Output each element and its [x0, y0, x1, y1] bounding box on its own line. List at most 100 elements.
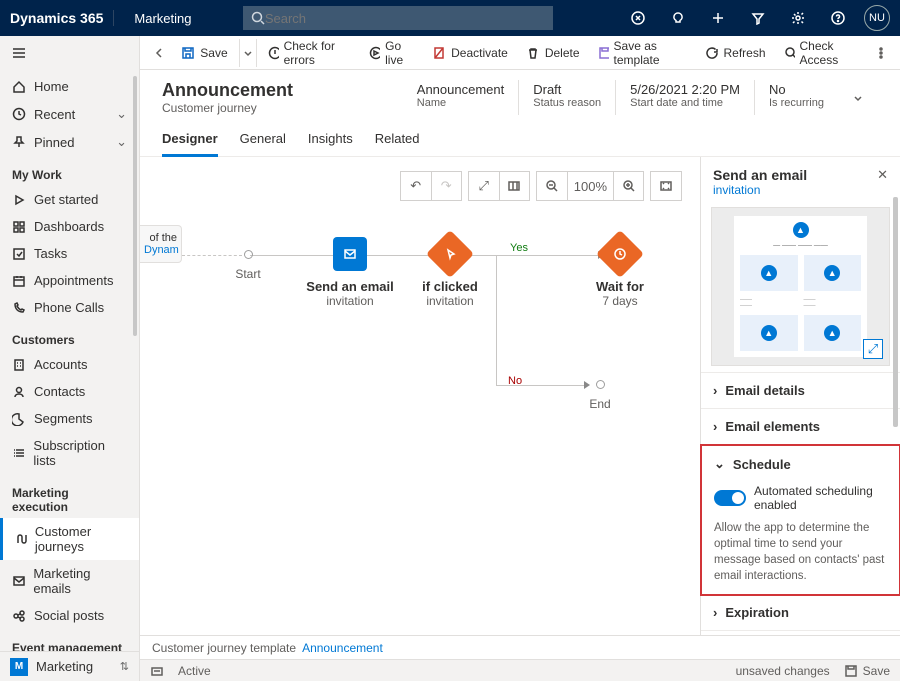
tab-designer[interactable]: Designer [162, 125, 218, 157]
acc-email-elements[interactable]: ›Email elements [701, 409, 900, 444]
map-button[interactable] [499, 172, 529, 200]
calendar-icon [12, 274, 26, 288]
check-icon [268, 46, 279, 60]
nav-section-marketing: Marketing execution [0, 474, 139, 518]
undo-button[interactable]: ↶ [401, 172, 431, 200]
segment-link[interactable]: Dynam [144, 244, 179, 256]
settings-icon[interactable] [784, 4, 812, 32]
phone-icon [12, 301, 26, 315]
filter-icon[interactable] [744, 4, 772, 32]
panel-close-button[interactable]: ✕ [877, 167, 888, 183]
nav-tasks[interactable]: Tasks [0, 240, 139, 267]
save-dropdown[interactable] [239, 39, 257, 67]
click-icon [443, 247, 457, 261]
nav-marketing-emails[interactable]: Marketing emails [0, 560, 139, 602]
tab-general[interactable]: General [240, 125, 286, 156]
journey-icon [15, 532, 27, 546]
nav-section-mywork: My Work [0, 156, 139, 186]
refresh-button[interactable]: Refresh [698, 42, 773, 64]
envelope-icon [12, 574, 25, 588]
deactivate-icon [432, 46, 446, 60]
tab-insights[interactable]: Insights [308, 125, 353, 156]
envelope-icon [343, 247, 357, 261]
wait-node[interactable]: Wait for 7 days [580, 217, 660, 308]
nav-appointments[interactable]: Appointments [0, 267, 139, 294]
nav-recent[interactable]: Recent⌄ [0, 100, 139, 128]
add-icon[interactable] [704, 4, 732, 32]
back-button[interactable] [148, 39, 170, 67]
nav-phone-calls[interactable]: Phone Calls [0, 294, 139, 321]
nav-subscription-lists[interactable]: Subscription lists [0, 432, 139, 474]
page-subtitle: Customer journey [162, 101, 293, 115]
nav-pinned[interactable]: Pinned⌄ [0, 128, 139, 156]
header-expand[interactable] [838, 80, 878, 115]
record-header: Announcement Customer journey Announceme… [140, 70, 900, 115]
module-label: Marketing [126, 11, 191, 26]
nav-scrollbar[interactable] [133, 76, 137, 336]
nav-home[interactable]: Home [0, 73, 139, 100]
save-template-button[interactable]: Save as template [591, 35, 694, 71]
check-errors-button[interactable]: Check for errors [261, 35, 359, 71]
nav-get-started[interactable]: Get started [0, 186, 139, 213]
meta-date-label: Start date and time [630, 97, 740, 109]
nav-segments[interactable]: Segments [0, 405, 139, 432]
overflow-button[interactable] [870, 39, 892, 67]
global-search[interactable] [243, 6, 553, 30]
deactivate-button[interactable]: Deactivate [425, 42, 515, 64]
record-tabs: Designer General Insights Related [140, 125, 900, 157]
expand-button[interactable]: ⤢ [469, 172, 499, 200]
dashboard-icon [12, 220, 26, 234]
assistant-icon[interactable] [624, 4, 652, 32]
updown-icon: ⇅ [120, 660, 129, 673]
nav-hamburger[interactable] [0, 36, 139, 73]
zoom-out-button[interactable] [537, 172, 567, 200]
nav-contacts[interactable]: Contacts [0, 378, 139, 405]
email-node[interactable]: Send an email invitation [300, 217, 400, 308]
tab-related[interactable]: Related [375, 125, 420, 156]
acc-schedule[interactable]: ⌄Schedule [702, 446, 899, 482]
fit-button[interactable] [651, 172, 681, 200]
segment-tile-partial[interactable]: of the Dynam [140, 225, 182, 263]
help-icon[interactable] [824, 4, 852, 32]
lightbulb-icon[interactable] [664, 4, 692, 32]
acc-expiration[interactable]: ›Expiration [701, 595, 900, 630]
acc-email-details[interactable]: ›Email details [701, 373, 900, 408]
breadcrumb-link[interactable]: Announcement [302, 641, 383, 655]
chevron-down-icon: ⌄ [116, 134, 127, 150]
nav-social-posts[interactable]: Social posts [0, 602, 139, 629]
meta-recurring-value: No [769, 82, 824, 97]
panel-scrollbar[interactable] [893, 197, 898, 427]
image-placeholder-icon: ▲ [761, 265, 777, 281]
image-placeholder-icon: ▲ [793, 222, 809, 238]
start-node[interactable]: Start [228, 217, 268, 281]
pin-icon [12, 135, 26, 149]
redo-button[interactable]: ↷ [431, 172, 461, 200]
properties-panel: Send an email invitation ✕ ▲ — —— —— —— … [700, 157, 900, 635]
global-top-bar: Dynamics 365 Marketing NU [0, 0, 900, 36]
page-title: Announcement [162, 80, 293, 101]
end-node[interactable]: End [580, 347, 620, 411]
nav-area-switcher[interactable]: M Marketing ⇅ [0, 651, 139, 681]
go-live-button[interactable]: Go live [362, 35, 421, 71]
zoom-in-button[interactable] [613, 172, 643, 200]
nav-customer-journeys[interactable]: Customer journeys [0, 518, 139, 560]
nav-accounts[interactable]: Accounts [0, 351, 139, 378]
search-input[interactable] [265, 11, 546, 26]
nav-dashboards[interactable]: Dashboards [0, 213, 139, 240]
panel-subtitle[interactable]: invitation [713, 183, 807, 197]
save-button[interactable]: Save [174, 42, 234, 64]
preview-expand-button[interactable]: ⤢ [863, 339, 883, 359]
status-icon [150, 664, 164, 678]
chevron-right-icon: › [713, 383, 717, 398]
user-avatar[interactable]: NU [864, 5, 890, 31]
check-access-button[interactable]: Check Access [777, 35, 866, 71]
area-initial: M [10, 658, 28, 676]
zoom-level[interactable]: 100% [567, 172, 613, 200]
delete-button[interactable]: Delete [519, 42, 587, 64]
ifclicked-node[interactable]: if clicked invitation [410, 217, 490, 308]
left-navigation: Home Recent⌄ Pinned⌄ My Work Get started… [0, 36, 140, 681]
email-preview: ▲ — —— —— —— ▲▲ ———————— ▲▲ ⤢ [711, 207, 890, 366]
status-save-button[interactable]: Save [844, 664, 890, 678]
automated-scheduling-toggle[interactable] [714, 490, 746, 506]
designer-canvas[interactable]: ↶↷ ⤢ 100% of the Dynam Start [140, 157, 700, 635]
